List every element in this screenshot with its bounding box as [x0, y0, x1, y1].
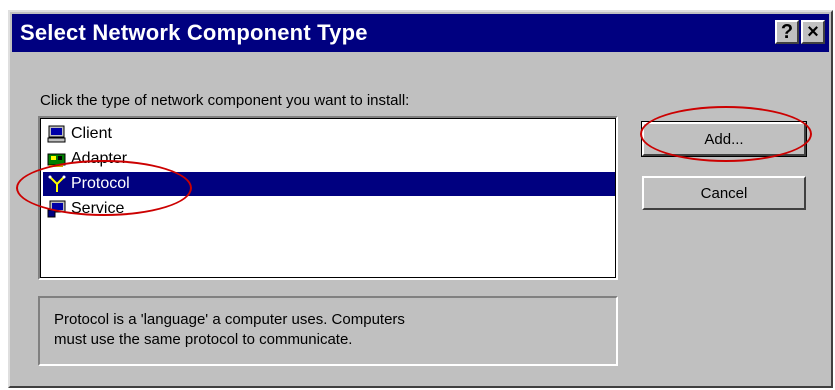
network-card-icon	[47, 150, 67, 168]
title-bar[interactable]: Select Network Component Type ? ×	[12, 14, 829, 52]
close-icon: ×	[807, 21, 819, 43]
list-item-label: Adapter	[71, 150, 128, 167]
list-item-adapter[interactable]: Adapter	[43, 147, 615, 171]
instruction-label: Click the type of network component you …	[40, 92, 410, 109]
list-item-label: Service	[71, 200, 125, 217]
protocol-icon	[47, 175, 67, 193]
computer-icon	[47, 125, 67, 143]
close-button[interactable]: ×	[801, 20, 825, 44]
description-line-1: Protocol is a 'language' a computer uses…	[54, 311, 405, 328]
dialog-title: Select Network Component Type	[20, 20, 368, 45]
description-line-2: must use the same protocol to communicat…	[54, 331, 353, 348]
add-button[interactable]: Add...	[641, 121, 807, 157]
help-icon: ?	[780, 21, 794, 43]
list-item-service[interactable]: Service	[43, 197, 615, 221]
list-item-client[interactable]: Client	[43, 122, 615, 146]
help-button[interactable]: ?	[775, 20, 799, 44]
list-item-label: Protocol	[71, 175, 130, 192]
service-icon	[47, 200, 67, 218]
cancel-button[interactable]: Cancel	[642, 176, 806, 210]
component-type-list[interactable]: Client Adapter Protocol Service	[38, 116, 618, 280]
list-item-label: Client	[71, 125, 112, 142]
description-panel: Protocol is a 'language' a computer uses…	[38, 296, 618, 366]
select-network-component-dialog: Select Network Component Type ? × Click …	[8, 10, 833, 388]
list-item-protocol[interactable]: Protocol	[43, 172, 615, 196]
